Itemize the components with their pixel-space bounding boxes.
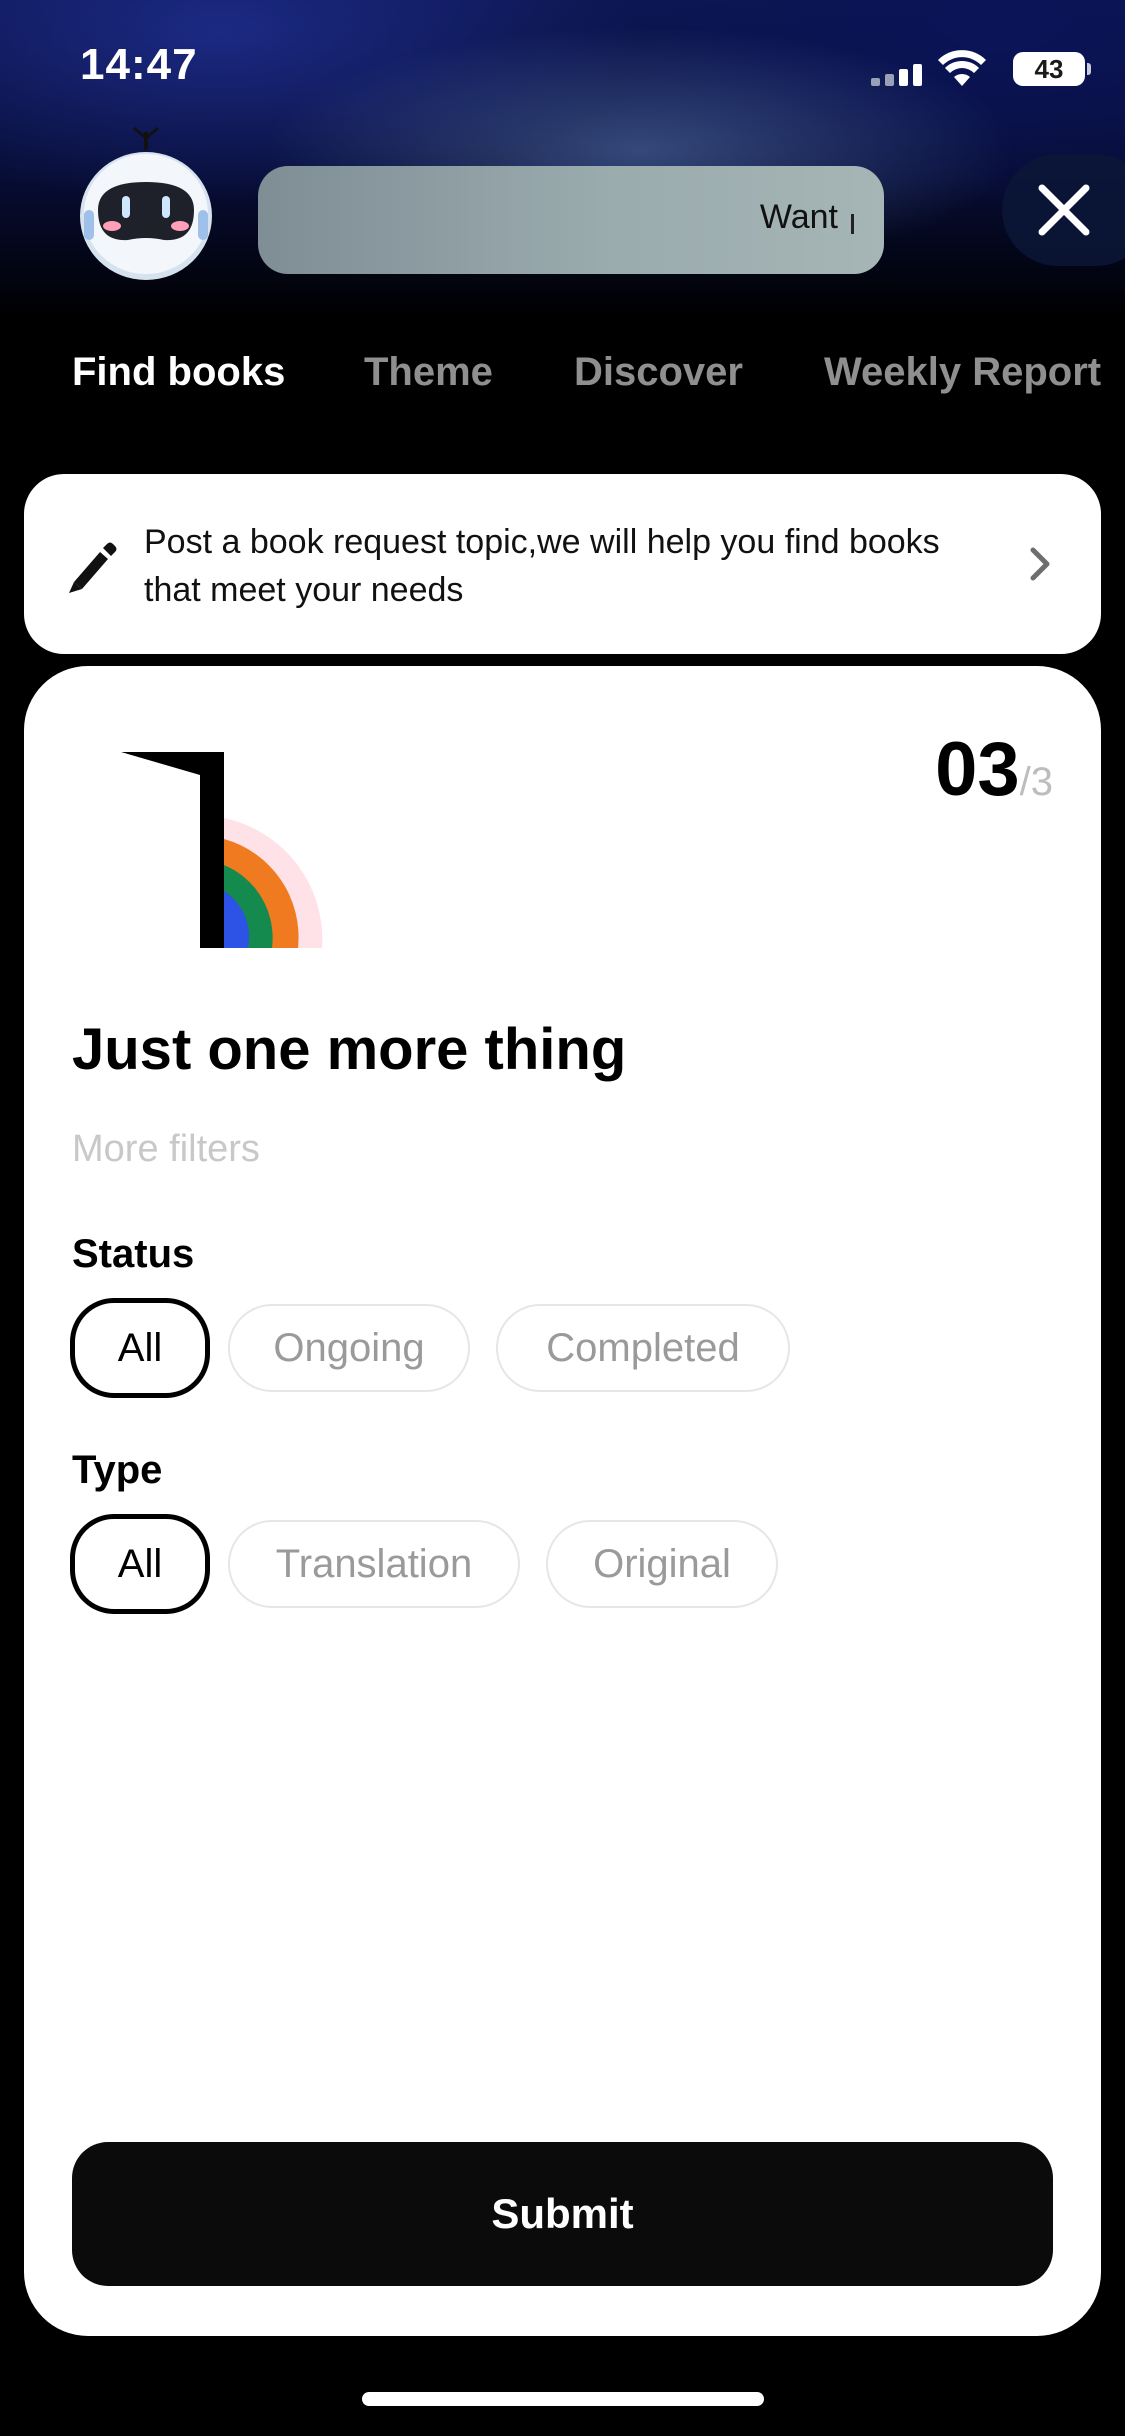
- chevron-right-icon: [1029, 546, 1051, 582]
- book-request-text: Post a book request topic,we will help y…: [144, 523, 940, 609]
- card-subtitle: More filters: [72, 1128, 260, 1170]
- text-caret: [851, 214, 854, 234]
- close-icon: [1038, 184, 1090, 236]
- type-chip-original[interactable]: Original: [546, 1520, 778, 1608]
- tab-find-books[interactable]: Find books: [72, 350, 285, 395]
- step-total: /3: [1019, 760, 1053, 804]
- robot-icon[interactable]: [76, 124, 216, 284]
- submit-button[interactable]: Submit: [72, 2142, 1053, 2286]
- signal-icon: [871, 60, 927, 86]
- step-counter: 03/3: [935, 726, 1053, 813]
- status-chip-ongoing[interactable]: Ongoing: [228, 1304, 470, 1392]
- step-current: 03: [935, 727, 1020, 812]
- book-request-banner[interactable]: Post a book request topic,we will help y…: [24, 474, 1101, 654]
- status-chip-completed[interactable]: Completed: [496, 1304, 790, 1392]
- type-label: Type: [72, 1448, 163, 1492]
- card-title: Just one more thing: [72, 1017, 627, 1082]
- type-chip-all[interactable]: All: [70, 1514, 210, 1614]
- pencil-icon: [66, 538, 118, 594]
- home-indicator[interactable]: [362, 2392, 764, 2406]
- battery-icon: 43: [1013, 52, 1091, 86]
- assistant-prompt-input[interactable]: Want: [258, 166, 884, 274]
- prompt-text: Want: [759, 198, 838, 236]
- filters-card: 03/3 Just one more thing More filters St…: [24, 666, 1101, 2336]
- type-chip-translation[interactable]: Translation: [228, 1520, 520, 1608]
- status-time: 14:47: [80, 40, 198, 89]
- status-label: Status: [72, 1232, 195, 1276]
- status-chip-all[interactable]: All: [70, 1298, 210, 1398]
- tab-weekly-report[interactable]: Weekly Report: [824, 350, 1101, 395]
- tab-discover[interactable]: Discover: [574, 350, 743, 395]
- status-icons: 43: [825, 48, 1091, 88]
- wifi-icon: [937, 48, 987, 88]
- close-button[interactable]: [1002, 154, 1125, 266]
- rainbow-illustration: [96, 738, 326, 948]
- tab-theme[interactable]: Theme: [364, 350, 493, 395]
